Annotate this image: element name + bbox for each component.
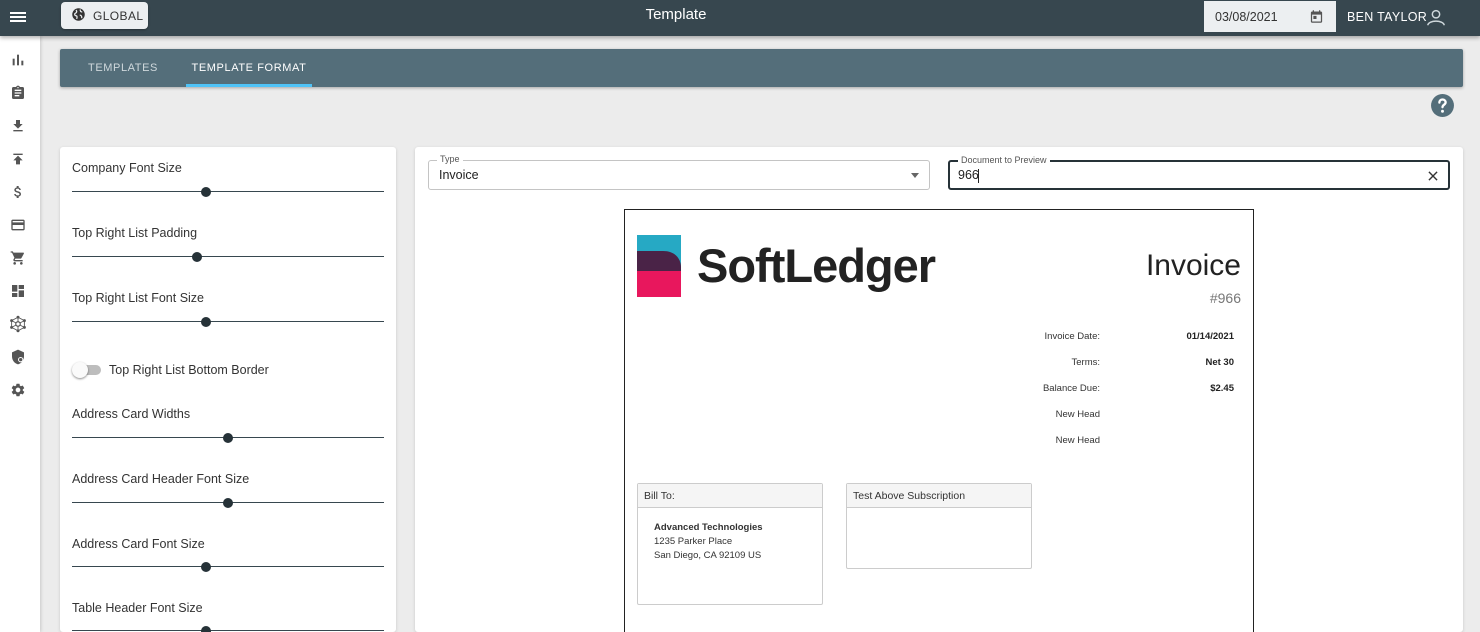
credit-card-icon[interactable] [9,216,27,234]
type-legend: Type [437,154,463,165]
setting-label: Address Card Header Font Size [72,472,250,486]
gear-icon[interactable] [9,381,27,399]
text-caret [978,169,979,183]
format-settings-panel: Company Font Size Top Right List Padding… [60,147,396,632]
date-value: 03/08/2021 [1215,9,1278,24]
invoice-number: #966 [1209,290,1241,306]
address-card-font-size-slider[interactable] [72,561,384,573]
tab-template-format[interactable]: TEMPLATE FORMAT [186,49,312,87]
type-value: Invoice [439,168,479,182]
setting-label: Top Right List Font Size [72,291,205,305]
bottom-border-toggle[interactable] [72,362,102,378]
setting-label: Company Font Size [72,161,182,175]
tab-bar: TEMPLATES TEMPLATE FORMAT [60,49,1463,87]
download-icon[interactable] [9,117,27,135]
bill-to-address-line: San Diego, CA 92109 US [654,550,762,561]
meta-label: Terms: [1071,357,1101,368]
slider-thumb[interactable] [191,252,202,262]
date-picker[interactable]: 03/08/2021 [1204,1,1336,32]
address-card-header-font-size-slider[interactable] [72,497,384,509]
preview-panel: Type Invoice Document to Preview 966 Sof… [415,147,1463,632]
slider-thumb[interactable] [223,498,233,508]
top-app-bar: GLOBAL Template 03/08/2021 BEN TAYLOR [0,0,1480,36]
top-right-list-padding-slider[interactable] [72,251,384,263]
setting-label: Address Card Font Size [72,537,205,551]
invoice-preview: SoftLedger Invoice #966 Invoice Date: 01… [624,209,1254,632]
user-name[interactable]: BEN TAYLOR [1347,10,1427,24]
help-icon[interactable] [1430,93,1455,123]
slider-thumb[interactable] [201,317,212,327]
meta-value: $2.45 [1210,383,1234,394]
dollar-icon[interactable] [9,183,27,201]
dashboard-icon[interactable] [9,282,27,300]
meta-label: Balance Due: [1042,383,1100,394]
cart-icon[interactable] [9,249,27,267]
company-logo-text: SoftLedger [697,239,936,292]
document-legend: Document to Preview [958,155,1050,166]
setting-label: Address Card Widths [72,407,191,421]
softledger-logo-icon [637,235,683,303]
page-title: Template [645,6,707,23]
invoice-title: Invoice [1145,249,1241,282]
table-header-font-size-slider[interactable] [72,625,384,632]
meta-label: Invoice Date: [1044,331,1100,342]
setting-label: Top Right List Padding [72,226,198,240]
meta-value: 01/14/2021 [1186,331,1234,342]
calendar-icon[interactable] [1309,9,1324,27]
document-value: 966 [958,168,979,182]
setting-label: Table Header Font Size [72,601,203,615]
bill-to-address-line: 1235 Parker Place [654,536,733,547]
slider-thumb[interactable] [201,626,212,632]
bill-to-card: Bill To: Advanced Technologies 1235 Park… [637,483,823,605]
toggle-label: Top Right List Bottom Border [109,363,269,377]
upload-icon[interactable] [9,150,27,168]
bill-to-company: Advanced Technologies [654,522,763,533]
bar-chart-icon[interactable] [9,51,27,69]
sidebar [0,36,40,632]
close-icon[interactable] [1426,169,1440,188]
address-card-widths-slider[interactable] [72,432,384,444]
subscription-card: Test Above Subscription [846,483,1032,569]
card-header: Bill To: [638,484,822,508]
card-header: Test Above Subscription [847,484,1031,508]
top-right-list-font-size-slider[interactable] [72,316,384,328]
document-to-preview-input[interactable]: Document to Preview 966 [948,155,1450,190]
type-select[interactable]: Type Invoice [428,154,930,190]
shield-icon[interactable] [9,348,27,366]
slider-thumb[interactable] [201,187,212,197]
slider-thumb[interactable] [223,433,233,443]
meta-value: Net 30 [1205,357,1234,368]
network-icon[interactable] [9,315,27,333]
slider-thumb[interactable] [201,562,212,572]
clipboard-icon[interactable] [9,84,27,102]
account-icon[interactable] [1425,6,1447,33]
dropdown-arrow-icon[interactable] [911,173,919,178]
tab-templates[interactable]: TEMPLATES [60,49,186,87]
company-font-size-slider[interactable] [72,186,384,198]
meta-label: New Head [1055,409,1100,420]
meta-label: New Head [1055,435,1100,446]
